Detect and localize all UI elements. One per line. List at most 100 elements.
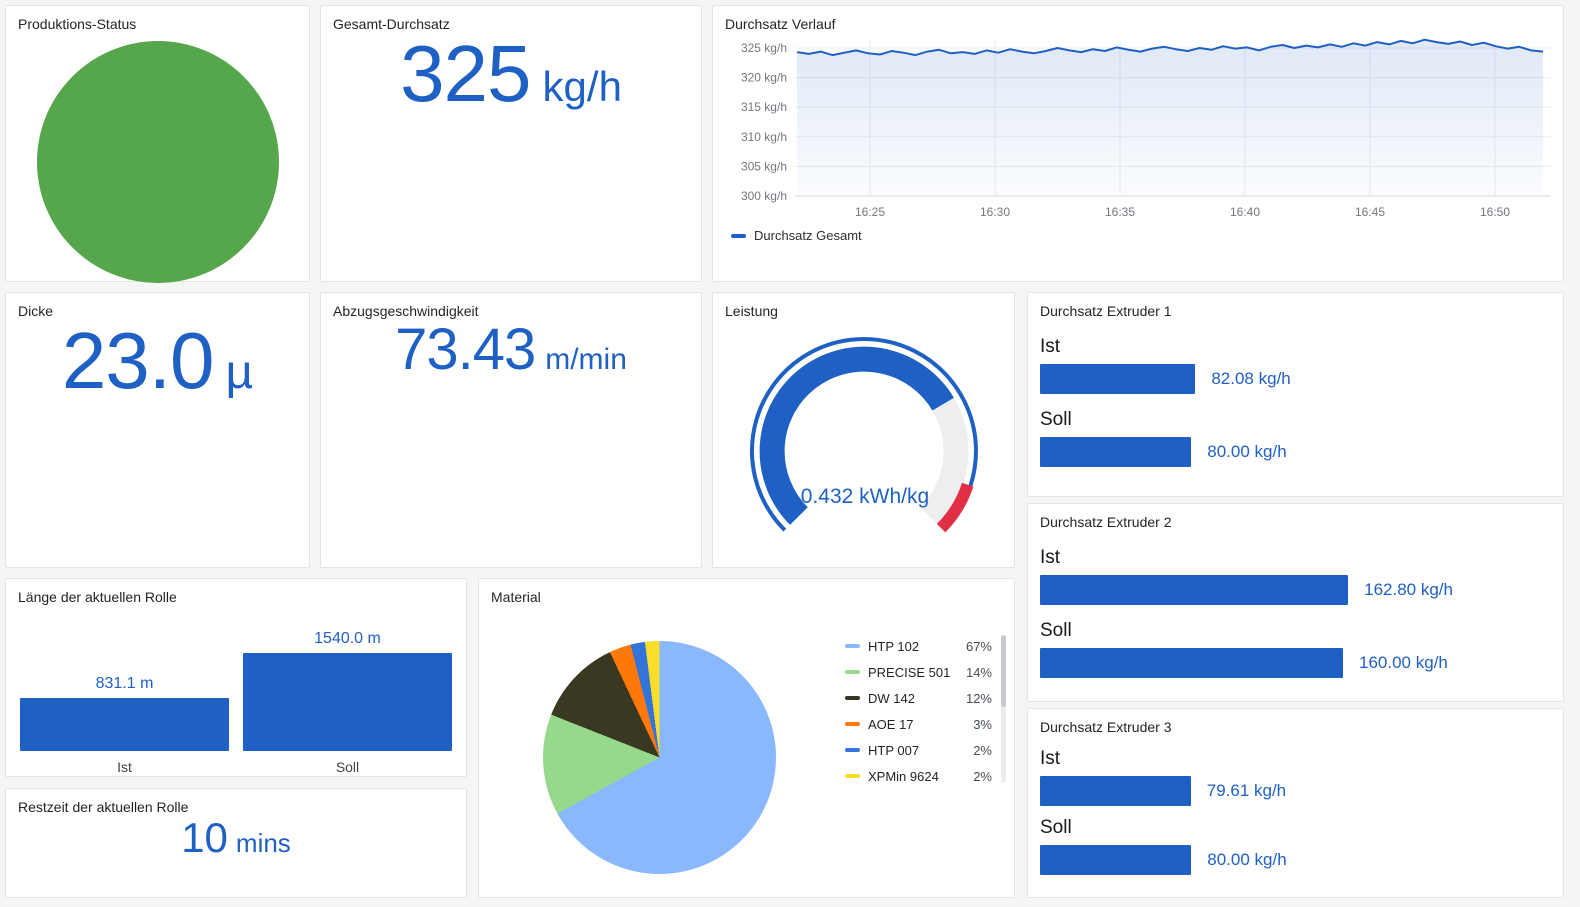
legend-label: HTP 007	[868, 742, 920, 758]
legend-item[interactable]: HTP 102 67%	[845, 633, 992, 659]
bar-column-soll: 1540.0 m	[243, 630, 452, 751]
legend-percent: 2%	[973, 768, 992, 784]
timeseries-legend-item[interactable]: Durchsatz Gesamt	[731, 228, 1551, 243]
legend-item[interactable]: HTP 007 2%	[845, 737, 992, 763]
panel-produktions-status: Produktions-Status	[5, 5, 310, 283]
legend-scrollbar-thumb[interactable]	[1001, 635, 1006, 707]
bargauge-row: 79.61 kg/h	[1040, 776, 1551, 806]
panel-leistung: Leistung 0.432 kWh/kg	[712, 292, 1015, 568]
bargauge-label-ist: Ist	[1040, 748, 1061, 769]
bar-value-label: 1540.0 m	[314, 630, 381, 647]
stat-value: 10	[181, 814, 228, 861]
status-indicator-circle	[36, 41, 279, 283]
bar-category-axis: Ist Soll	[18, 759, 454, 775]
panel-title: Durchsatz Extruder 2	[1040, 514, 1172, 530]
panel-durchsatz-extruder-2: Durchsatz Extruder 2 Ist 162.80 kg/h Sol…	[1027, 503, 1564, 702]
bar-value-label: 831.1 m	[95, 675, 154, 692]
legend-scrollbar[interactable]	[1001, 635, 1006, 783]
legend-item[interactable]: PRECISE 501 14%	[845, 659, 992, 685]
panel-title: Länge der aktuellen Rolle	[18, 589, 177, 605]
stat-value-group: 73.43 m/min	[333, 321, 689, 559]
panel-title: Restzeit der aktuellen Rolle	[18, 799, 189, 815]
panel-title: Durchsatz Extruder 1	[1040, 303, 1172, 319]
panel-title: Produktions-Status	[18, 16, 137, 32]
soll-bar	[1040, 648, 1344, 678]
gauge-value: 0.432 kWh/kg	[800, 485, 930, 508]
legend-item[interactable]: AOE 17 3%	[845, 711, 992, 737]
soll-bar	[1040, 437, 1192, 467]
svg-text:16:40: 16:40	[1230, 205, 1260, 219]
bargauge-label-soll: Soll	[1040, 409, 1072, 430]
soll-value: 80.00 kg/h	[1207, 850, 1287, 869]
svg-text:320 kg/h: 320 kg/h	[741, 71, 787, 85]
ist-bar	[1040, 364, 1196, 394]
stat-value: 325	[400, 29, 531, 118]
svg-text:305 kg/h: 305 kg/h	[741, 159, 787, 173]
svg-text:16:35: 16:35	[1105, 205, 1135, 219]
soll-value: 160.00 kg/h	[1359, 653, 1448, 672]
bargauge-row: 80.00 kg/h	[1040, 845, 1551, 875]
legend-label: AOE 17	[868, 716, 914, 732]
ist-value: 162.80 kg/h	[1364, 580, 1453, 599]
stat-value: 23.0	[61, 316, 215, 405]
panel-durchsatz-extruder-3: Durchsatz Extruder 3 Ist 79.61 kg/h Soll…	[1027, 708, 1564, 898]
bargauge-label-ist: Ist	[1040, 547, 1061, 568]
panel-title: Durchsatz Verlauf	[725, 16, 836, 32]
panel-title: Leistung	[725, 303, 778, 319]
legend-color-dash-icon	[845, 696, 860, 700]
bargauge-row: 82.08 kg/h	[1040, 364, 1551, 394]
ist-bar	[1040, 575, 1349, 605]
stat-value-group: 325 kg/h	[333, 34, 689, 273]
stat-unit: kg/h	[542, 63, 622, 110]
bargauge-label-ist: Ist	[1040, 336, 1061, 357]
gauge-chart: 0.432 kWh/kg	[725, 325, 1005, 557]
svg-text:16:30: 16:30	[980, 205, 1010, 219]
panel-restzeit: Restzeit der aktuellen Rolle 10 mins	[5, 788, 467, 898]
legend-label: PRECISE 501	[868, 664, 951, 680]
legend-percent: 3%	[973, 716, 992, 732]
stat-unit: m/min	[545, 343, 627, 376]
category-label-soll: Soll	[335, 759, 360, 775]
panel-title: Material	[491, 589, 541, 605]
legend-color-dash-icon	[845, 670, 860, 674]
svg-text:16:45: 16:45	[1355, 205, 1385, 219]
gauge-canvas	[749, 336, 978, 533]
legend-label: XPMin 9624	[868, 768, 939, 784]
bargauge-row: 160.00 kg/h	[1040, 648, 1551, 678]
legend-color-dash-icon	[845, 748, 860, 752]
category-label-ist: Ist	[117, 759, 132, 775]
svg-text:300 kg/h: 300 kg/h	[741, 189, 787, 203]
stat-value-group: 23.0 µ	[18, 321, 297, 559]
bargauge-label-soll: Soll	[1040, 620, 1072, 641]
svg-text:325 kg/h: 325 kg/h	[741, 41, 787, 55]
stat-value: 73.43	[395, 317, 536, 382]
timeseries-chart-canvas[interactable]: 325 kg/h 320 kg/h 315 kg/h 310 kg/h 305 kg/h…	[725, 36, 1551, 224]
stat-unit: mins	[235, 828, 291, 858]
panel-dicke: Dicke 23.0 µ	[5, 292, 310, 568]
legend-percent: 67%	[965, 638, 992, 654]
legend-percent: 12%	[965, 690, 992, 706]
svg-text:16:50: 16:50	[1480, 205, 1510, 219]
svg-text:315 kg/h: 315 kg/h	[741, 100, 787, 114]
pie-chart	[543, 641, 776, 874]
soll-bar	[243, 653, 452, 751]
bargauge-label-soll: Soll	[1040, 817, 1072, 838]
roll-length-bar-chart: 831.1 m 1540.0 m	[18, 611, 454, 751]
panel-durchsatz-extruder-1: Durchsatz Extruder 1 Ist 82.08 kg/h Soll…	[1027, 292, 1564, 497]
soll-value: 80.00 kg/h	[1207, 442, 1287, 461]
stat-unit: µ	[225, 346, 254, 399]
bargauge-row: 162.80 kg/h	[1040, 575, 1551, 605]
soll-bar	[1040, 845, 1192, 875]
panel-title: Durchsatz Extruder 3	[1040, 719, 1172, 735]
legend-percent: 14%	[965, 664, 992, 680]
svg-text:16:25: 16:25	[855, 205, 885, 219]
svg-text:310 kg/h: 310 kg/h	[741, 130, 787, 144]
legend-color-dash-icon	[845, 644, 860, 648]
stat-value-group: 10 mins	[18, 817, 454, 889]
legend-label: HTP 102	[868, 638, 920, 654]
legend-label: DW 142	[868, 690, 915, 706]
ist-value: 82.08 kg/h	[1211, 369, 1291, 388]
legend-item[interactable]: DW 142 12%	[845, 685, 992, 711]
legend-item[interactable]: XPMin 9624 2%	[845, 763, 992, 789]
panel-material: Material HTP 102 67% PRECISE 501 14% DW …	[478, 578, 1015, 898]
